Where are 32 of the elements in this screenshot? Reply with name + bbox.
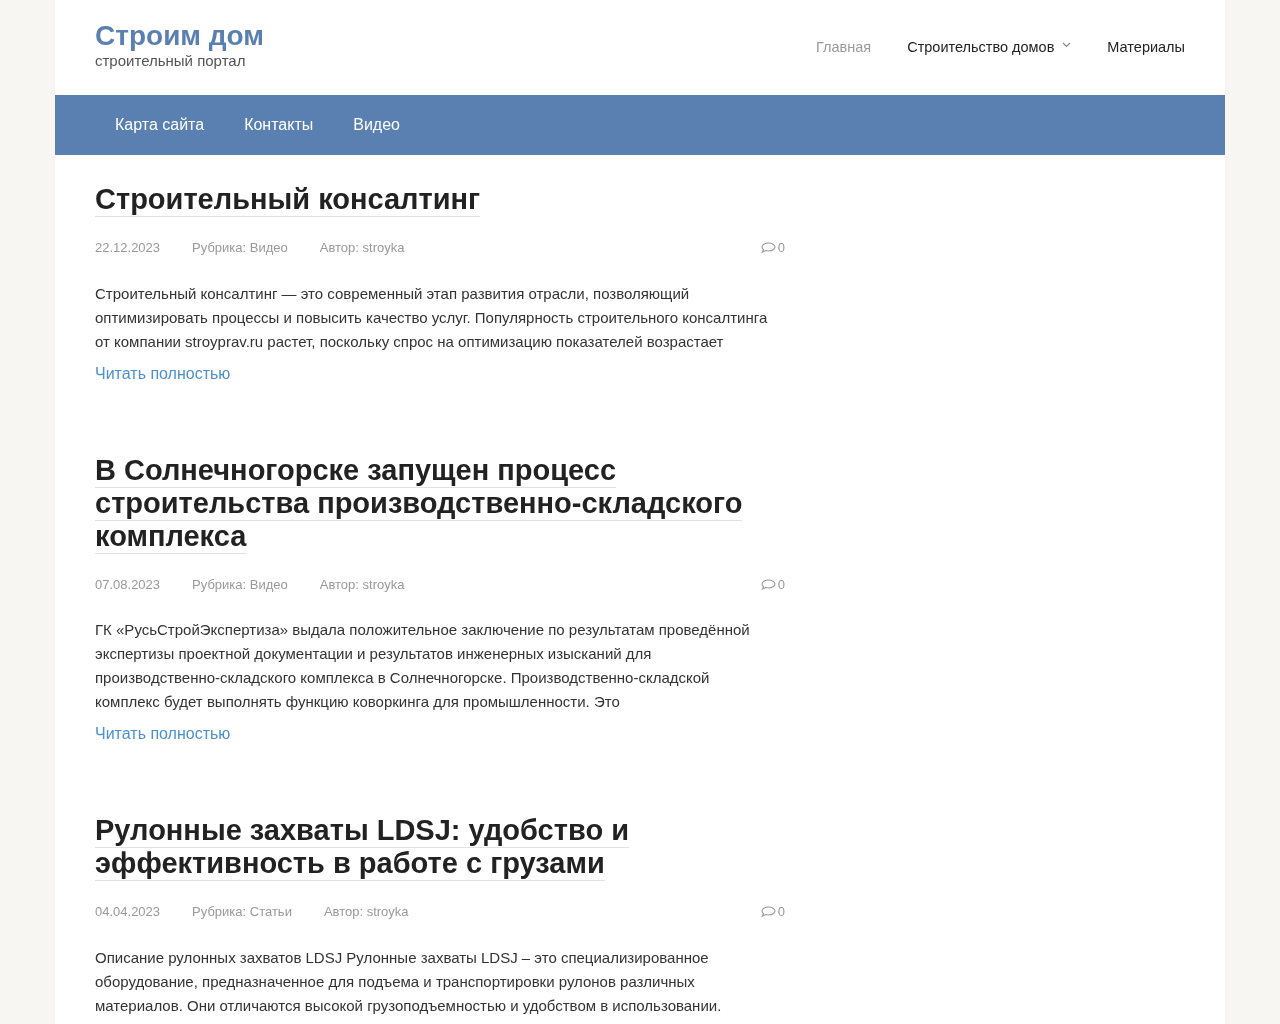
- article-title[interactable]: В Солнечногорске запущен процесс строительства производственно-складского комплекса: [95, 453, 785, 553]
- nav-link[interactable]: Материалы: [1107, 36, 1185, 59]
- comment-icon: [760, 242, 776, 254]
- comment-count[interactable]: 0: [760, 238, 785, 258]
- post-date: 07.08.2023: [95, 575, 161, 594]
- nav-link[interactable]: Строительство домов: [907, 36, 1072, 59]
- site-title[interactable]: Строим дом: [95, 22, 265, 51]
- menu-link[interactable]: Карта сайта: [95, 95, 225, 155]
- article-excerpt: ГК «РусьСтройЭкспертиза» выдала положительное заключение по результатам проведённой экспертизы проектной документации и результатов инженерных изысканий для производственно-складского комплекса в Солнечногорске. Производственно-складской комплекс будет выполнять функцию коворкинга для промышленности. Это: [95, 620, 751, 712]
- menu-link[interactable]: Контакты: [224, 95, 334, 155]
- post-author: Автор: stroyka: [318, 575, 405, 594]
- post-date: 22.12.2023: [95, 239, 161, 257]
- read-more-link[interactable]: Читать полностью: [95, 361, 231, 386]
- article-title[interactable]: Строительный консалтинг: [95, 183, 785, 216]
- article-title[interactable]: Рулонные захваты LDSJ: удобство и эффективность в работе с грузами: [95, 814, 785, 880]
- comment-count[interactable]: 0: [760, 902, 785, 922]
- read-more-link[interactable]: Читать полностью: [95, 722, 231, 746]
- article-excerpt: Строительный консалтинг — это современный этап развития отрасли, позволяющий оптимизировать процессы и повысить качество услуг. Популярность строительного консалтинга от компании stroyprav.ru растет, поскольку спрос на оптимизацию показателей возрастает: [95, 283, 769, 352]
- post-author: Автор: stroyka: [318, 239, 405, 257]
- nav-link[interactable]: Главная: [815, 36, 872, 59]
- article-excerpt: Описание рулонных захватов LDSJ Рулонные захваты LDSJ – это специализированное оборудование, предназначенное для подъема и транспортировки рулонов различных материалов. Они отличаются высокой грузоподъемностью и удобством в использовании.: [95, 947, 723, 1016]
- site-tagline: строительный портал: [95, 51, 247, 72]
- post-category: Рубрика: Статьи: [191, 903, 292, 921]
- post-category: Рубрика: Видео: [191, 575, 288, 594]
- comment-icon: [760, 578, 776, 590]
- menu-link[interactable]: Видео: [333, 95, 420, 155]
- post-category: Рубрика: Видео: [191, 239, 288, 257]
- post-author: Автор: stroyka: [322, 903, 409, 921]
- post-date: 04.04.2023: [95, 903, 161, 921]
- comment-icon: [760, 906, 776, 918]
- chevron-down-icon: [1062, 41, 1072, 48]
- comment-count[interactable]: 0: [760, 574, 785, 594]
